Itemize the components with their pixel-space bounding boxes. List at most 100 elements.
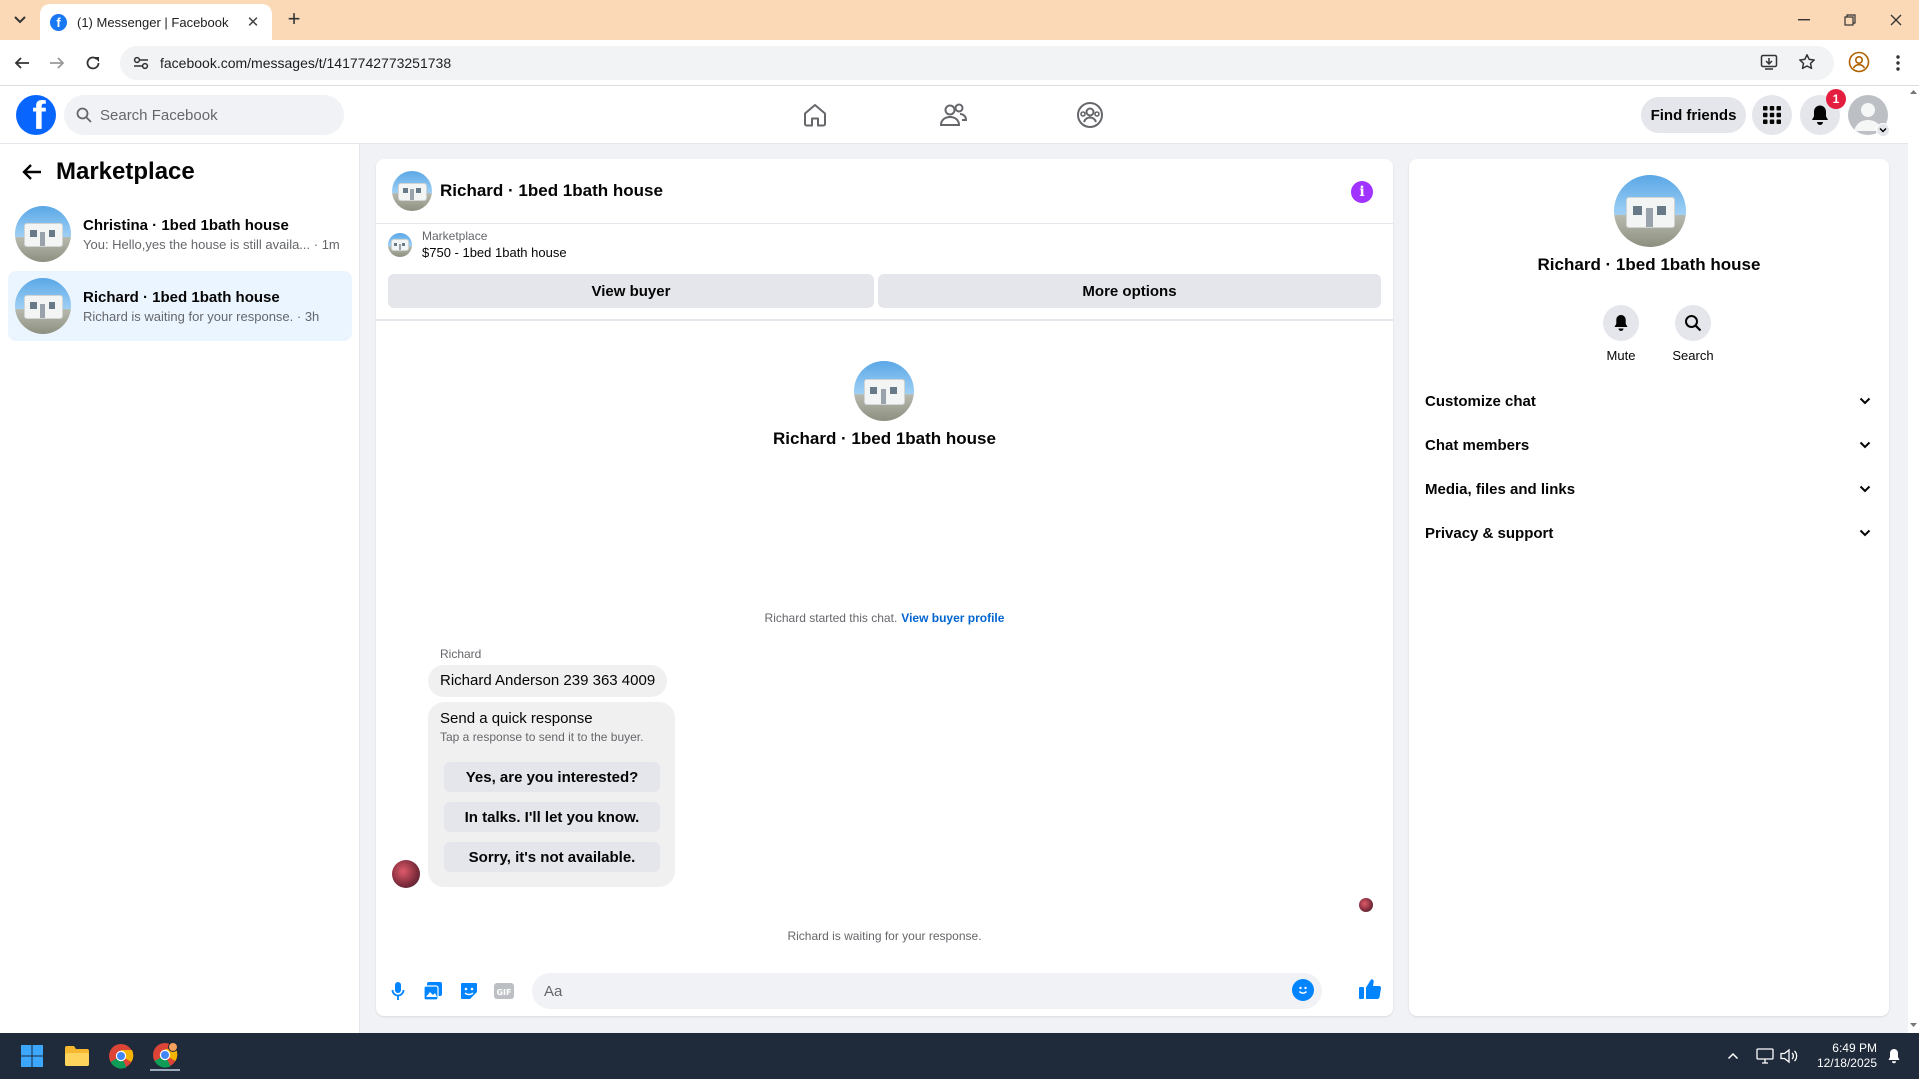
chevron-down-icon — [1859, 397, 1871, 405]
message-input-wrap[interactable] — [532, 973, 1322, 1009]
tab-title: (1) Messenger | Facebook — [77, 14, 229, 30]
chevron-down-icon — [1859, 441, 1871, 449]
url-text: facebook.com/messages/t/1417742773251738 — [160, 55, 452, 71]
browser-toolbar: facebook.com/messages/t/1417742773251738 — [0, 40, 1919, 86]
chat-info-avatar — [1614, 175, 1686, 247]
account-chevron-down-icon[interactable] — [1876, 123, 1890, 137]
listing-summary[interactable]: Marketplace $750 - 1bed 1bath house — [388, 229, 567, 260]
tray-chevron-icon[interactable] — [1718, 1041, 1748, 1071]
mute-label: Mute — [1606, 348, 1636, 363]
reload-icon[interactable] — [80, 50, 106, 76]
view-buyer-profile-link[interactable]: View buyer profile — [901, 611, 1004, 625]
conversation-item-richard[interactable]: Richard · 1bed 1bath house Richard is wa… — [8, 271, 352, 341]
windows-taskbar: 6:49 PM 12/18/2025 — [0, 1033, 1919, 1079]
house-listing-avatar — [15, 278, 71, 334]
minimize-icon[interactable] — [1792, 8, 1816, 32]
read-receipt-avatar — [1359, 898, 1373, 912]
media-files-links-section[interactable]: Media, files and links — [1425, 467, 1873, 511]
chevron-down-icon — [1859, 485, 1871, 493]
sender-name: Richard — [440, 647, 482, 661]
windows-start-icon[interactable] — [17, 1041, 47, 1071]
chrome-profile-icon[interactable] — [150, 1041, 180, 1071]
facebook-favicon-icon: f — [50, 13, 67, 31]
forward-icon[interactable] — [44, 50, 70, 76]
microphone-icon[interactable] — [386, 979, 410, 1003]
install-app-icon[interactable] — [1760, 53, 1778, 71]
facebook-search[interactable] — [64, 95, 344, 135]
message-input[interactable] — [544, 982, 1244, 1000]
volume-icon[interactable] — [1774, 1041, 1804, 1071]
quick-response-in-talks[interactable]: In talks. I'll let you know. — [444, 802, 660, 832]
bell-icon — [1603, 305, 1639, 341]
search-icon — [1675, 305, 1711, 341]
conversation-preview: You: Hello,yes the house is still availa… — [83, 236, 340, 252]
home-icon[interactable] — [785, 97, 845, 133]
chrome-icon[interactable] — [106, 1041, 136, 1071]
intro-name: Richard · 1bed 1bath house — [773, 429, 996, 448]
quick-response-card: Send a quick response Tap a response to … — [428, 702, 675, 887]
sticker-icon[interactable] — [457, 979, 481, 1003]
waiting-notice: Richard is waiting for your response. — [787, 929, 982, 943]
chevron-down-icon — [1859, 529, 1871, 537]
emoji-icon[interactable] — [1292, 979, 1314, 1001]
quick-response-not-available[interactable]: Sorry, it's not available. — [444, 842, 660, 872]
search-input[interactable] — [100, 106, 320, 124]
tab-list-icon[interactable] — [8, 9, 32, 31]
thumbs-up-icon[interactable] — [1358, 977, 1384, 1003]
clock-time: 6:49 PM — [1832, 1041, 1877, 1055]
chat-members-section[interactable]: Chat members — [1425, 423, 1873, 467]
new-tab-icon[interactable]: + — [282, 8, 306, 32]
menu-grid-icon[interactable] — [1752, 95, 1792, 135]
address-bar[interactable]: facebook.com/messages/t/1417742773251738 — [120, 46, 1834, 80]
browser-tab[interactable]: f (1) Messenger | Facebook ✕ — [40, 4, 272, 40]
friends-icon[interactable] — [923, 97, 983, 133]
house-listing-avatar — [15, 206, 71, 262]
back-icon[interactable] — [9, 50, 35, 76]
profile-icon[interactable] — [1848, 51, 1872, 75]
quick-response-interested[interactable]: Yes, are you interested? — [444, 762, 660, 792]
file-explorer-icon[interactable] — [62, 1041, 92, 1071]
close-window-icon[interactable] — [1884, 8, 1908, 32]
search-label: Search — [1672, 348, 1714, 363]
quick-response-subtitle: Tap a response to send it to the buyer. — [440, 730, 644, 744]
chat-info-name: Richard · 1bed 1bath house — [1537, 255, 1761, 274]
chat-started-notice: Richard started this chat. View buyer pro… — [764, 611, 1005, 625]
maximize-icon[interactable] — [1838, 8, 1862, 32]
photo-icon[interactable] — [421, 979, 445, 1003]
divider — [376, 319, 1393, 321]
privacy-support-section[interactable]: Privacy & support — [1425, 511, 1873, 555]
site-settings-icon[interactable] — [130, 52, 152, 74]
page-scrollbar[interactable] — [1908, 86, 1919, 1033]
chat-avatar[interactable] — [392, 171, 432, 211]
facebook-header: f Find friends 1 — [0, 86, 1908, 144]
search-button[interactable]: Search — [1663, 305, 1723, 363]
gif-icon[interactable]: GIF — [492, 979, 516, 1003]
sender-avatar — [392, 860, 420, 888]
message-composer: GIF — [376, 969, 1393, 1013]
more-options-button[interactable]: More options — [878, 274, 1381, 308]
browser-tab-bar: f (1) Messenger | Facebook ✕ + — [0, 0, 1919, 40]
conversation-list-pane: Marketplace Christina · 1bed 1bath house… — [0, 144, 360, 1033]
notifications-bell-icon[interactable] — [1879, 1041, 1909, 1071]
groups-icon[interactable] — [1060, 97, 1120, 133]
bookmark-star-icon[interactable] — [1798, 53, 1816, 71]
chat-title[interactable]: Richard · 1bed 1bath house — [440, 181, 663, 201]
back-arrow-icon[interactable] — [20, 160, 44, 184]
mute-button[interactable]: Mute — [1591, 305, 1651, 363]
chat-pane: Richard · 1bed 1bath house i Marketplace… — [376, 159, 1393, 1016]
facebook-logo[interactable]: f — [16, 95, 56, 135]
find-friends-button[interactable]: Find friends — [1641, 97, 1746, 133]
chat-header: Richard · 1bed 1bath house i — [376, 159, 1393, 224]
conversation-item-christina[interactable]: Christina · 1bed 1bath house You: Hello,… — [8, 199, 352, 269]
close-tab-icon[interactable]: ✕ — [244, 13, 262, 31]
conversation-name: Richard · 1bed 1bath house — [83, 288, 280, 306]
listing-thumbnail — [388, 232, 412, 257]
clock-date: 12/18/2025 — [1816, 1056, 1877, 1070]
notification-count-badge: 1 — [1826, 89, 1846, 109]
kebab-menu-icon[interactable] — [1886, 51, 1910, 75]
view-buyer-button[interactable]: View buyer — [388, 274, 874, 308]
marketplace-header: Marketplace — [0, 144, 359, 200]
system-clock[interactable]: 6:49 PM 12/18/2025 — [1817, 1041, 1877, 1071]
info-icon[interactable]: i — [1351, 181, 1373, 203]
customize-chat-section[interactable]: Customize chat — [1425, 379, 1873, 423]
